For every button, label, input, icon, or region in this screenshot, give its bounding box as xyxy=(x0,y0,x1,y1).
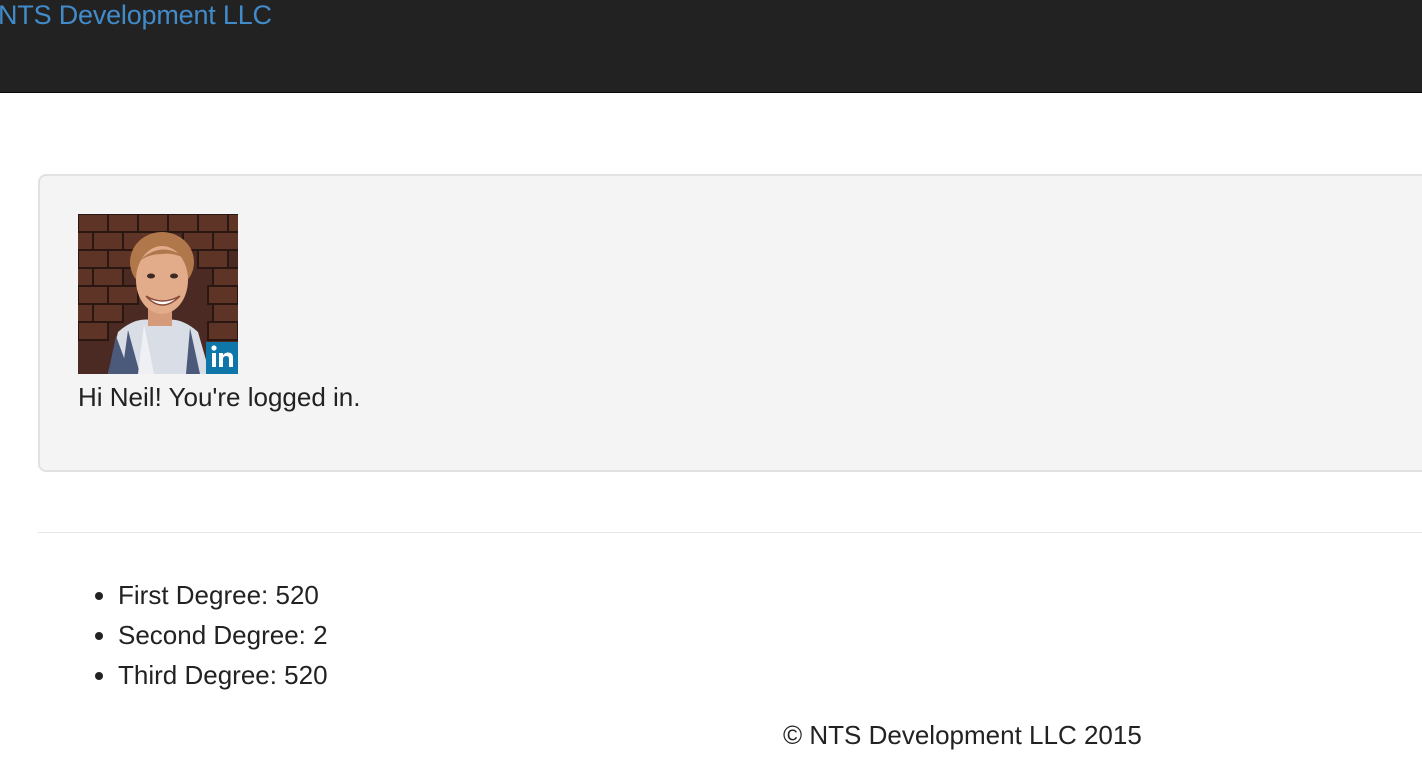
list-item-third-degree: Third Degree: 520 xyxy=(118,655,328,695)
brand-link[interactable]: NTS Development LLC xyxy=(0,0,272,32)
connection-degrees-list: First Degree: 520 Second Degree: 2 Third… xyxy=(78,575,328,695)
footer-copyright: © NTS Development LLC 2015 xyxy=(783,720,1142,750)
list-item-first-degree: First Degree: 520 xyxy=(118,575,328,615)
divider xyxy=(38,532,1422,533)
greeting-text: Hi Neil! You're logged in. xyxy=(78,382,361,412)
welcome-panel: Hi Neil! You're logged in. xyxy=(38,174,1422,472)
avatar-photo xyxy=(78,214,238,374)
avatar xyxy=(78,214,238,374)
navbar: NTS Development LLC xyxy=(0,0,1422,93)
list-item-second-degree: Second Degree: 2 xyxy=(118,615,328,655)
